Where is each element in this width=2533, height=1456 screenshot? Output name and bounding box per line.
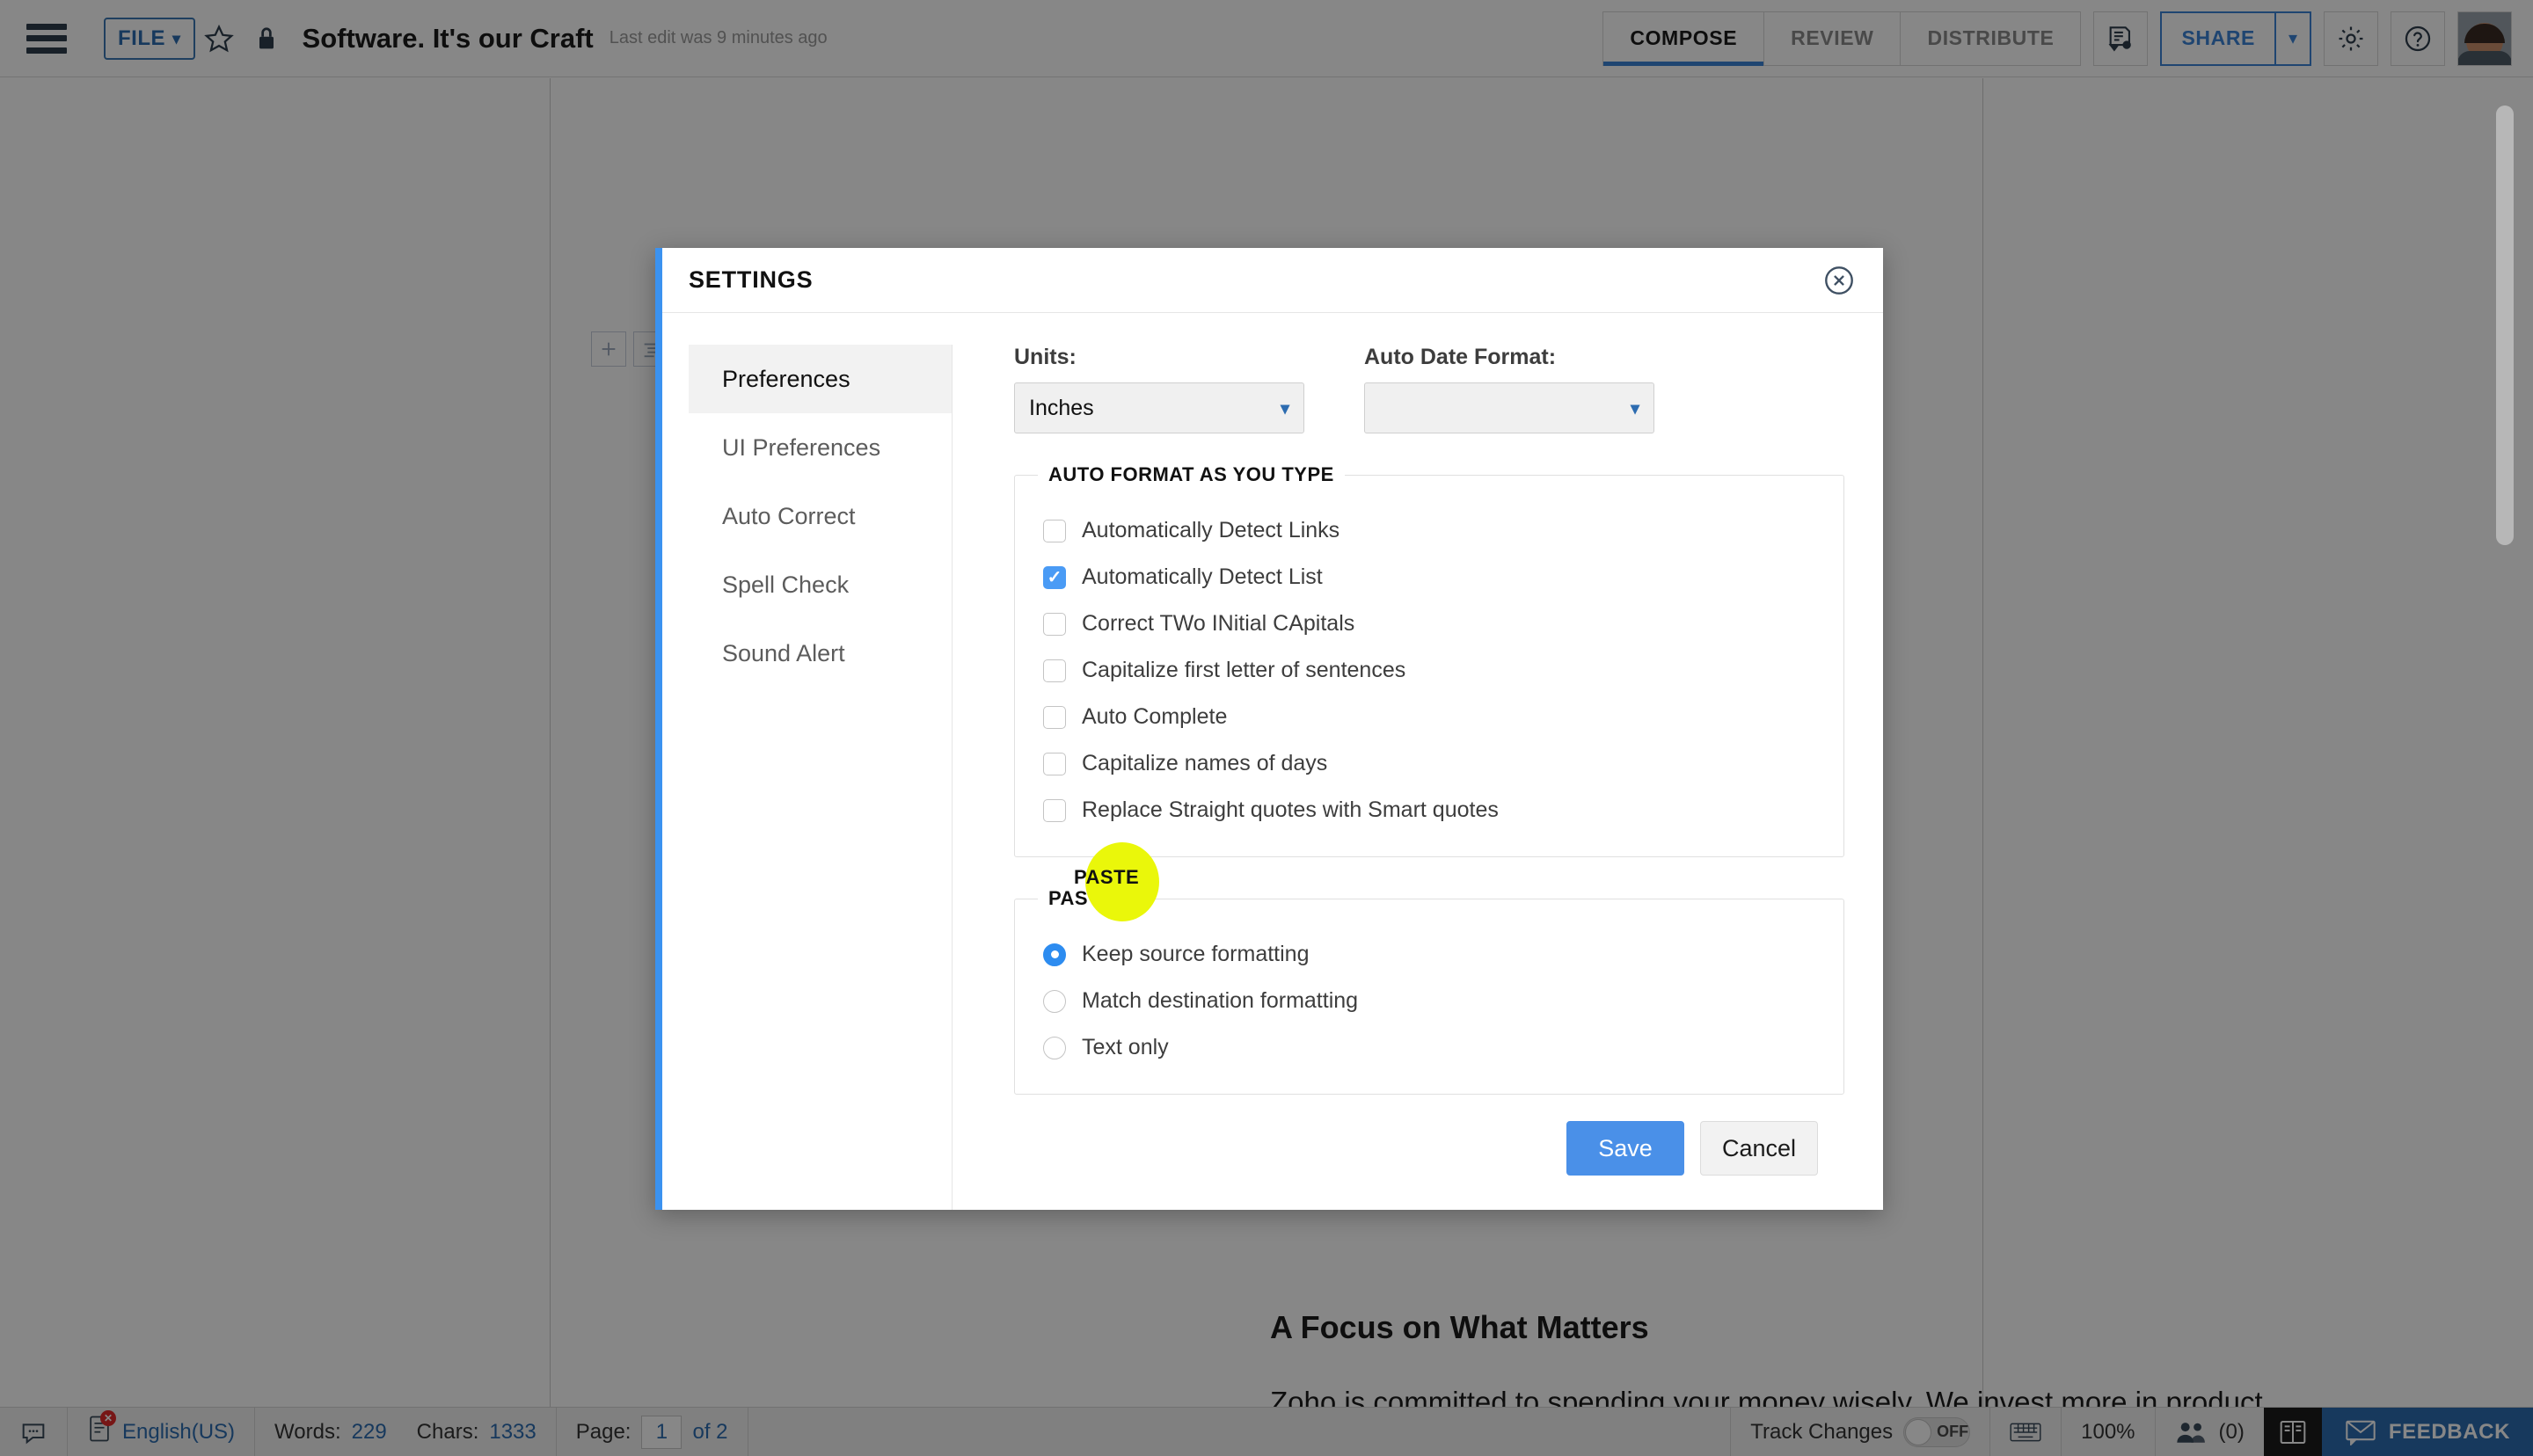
checkbox-capitalize-days[interactable]	[1043, 752, 1066, 775]
chevron-down-icon: ▾	[1280, 398, 1289, 419]
checkbox-label: Automatically Detect Links	[1082, 518, 1340, 542]
dialog-sidebar: Preferences UI Preferences Auto Correct …	[689, 345, 953, 1210]
checkbox-label: Replace Straight quotes with Smart quote…	[1082, 797, 1499, 822]
radio-match-destination-formatting[interactable]	[1043, 989, 1066, 1013]
radio-row-keep-source-formatting[interactable]: Keep source formatting	[1015, 931, 1843, 978]
paste-group: PASTE Keep source formatting Match desti…	[1014, 887, 1844, 1095]
dropdown-row: Units: Inches ▾ Auto Date Format: ▾	[1014, 345, 1844, 433]
checkbox-row-two-initial-capitals[interactable]: Correct TWo INitial CApitals	[1015, 601, 1843, 647]
radio-text-only[interactable]	[1043, 1036, 1066, 1059]
radio-keep-source-formatting[interactable]	[1043, 943, 1066, 966]
sidebar-item-sound-alert[interactable]: Sound Alert	[689, 619, 952, 688]
screen: FILE ▾ Software. It's our Craft Last edi…	[0, 0, 2533, 1456]
units-label: Units:	[1014, 345, 1077, 369]
sidebar-item-spell-check[interactable]: Spell Check	[689, 550, 952, 619]
radio-label: Match destination formatting	[1082, 988, 1359, 1013]
close-circle-icon[interactable]	[1821, 263, 1857, 298]
cancel-button[interactable]: Cancel	[1700, 1121, 1818, 1176]
checkbox-detect-list[interactable]	[1043, 565, 1066, 589]
checkbox-row-auto-complete[interactable]: Auto Complete	[1015, 694, 1843, 740]
auto-date-format-select[interactable]: ▾	[1364, 382, 1654, 433]
paste-legend: PASTE	[1048, 887, 1114, 909]
autoformat-group: AUTO FORMAT AS YOU TYPE Automatically De…	[1014, 463, 1844, 857]
save-button[interactable]: Save	[1566, 1121, 1684, 1176]
autoformat-legend: AUTO FORMAT AS YOU TYPE	[1048, 463, 1334, 485]
chevron-down-icon: ▾	[1630, 398, 1639, 419]
checkbox-row-capitalize-days[interactable]: Capitalize names of days	[1015, 740, 1843, 787]
checkbox-row-detect-links[interactable]: Automatically Detect Links	[1015, 507, 1843, 554]
units-select[interactable]: Inches ▾	[1014, 382, 1304, 433]
checkbox-label: Capitalize first letter of sentences	[1082, 658, 1406, 682]
radio-row-text-only[interactable]: Text only	[1015, 1024, 1843, 1071]
checkbox-label: Correct TWo INitial CApitals	[1082, 611, 1355, 636]
sidebar-item-auto-correct[interactable]: Auto Correct	[689, 482, 952, 550]
dialog-main: Units: Inches ▾ Auto Date Format: ▾ AUTO…	[953, 345, 1857, 1210]
checkbox-row-smart-quotes[interactable]: Replace Straight quotes with Smart quote…	[1015, 787, 1843, 834]
units-group: Units: Inches ▾	[1014, 345, 1304, 433]
sidebar-item-preferences[interactable]: Preferences	[689, 345, 952, 413]
checkbox-row-detect-list[interactable]: Automatically Detect List	[1015, 554, 1843, 601]
dialog-header: SETTINGS	[662, 248, 1883, 313]
vertical-scrollbar[interactable]	[2496, 106, 2514, 545]
dialog-title: SETTINGS	[689, 266, 814, 293]
radio-row-match-destination-formatting[interactable]: Match destination formatting	[1015, 978, 1843, 1024]
auto-date-format-group: Auto Date Format: ▾	[1364, 345, 1654, 433]
checkbox-capitalize-sentences[interactable]	[1043, 659, 1066, 682]
checkbox-detect-links[interactable]	[1043, 519, 1066, 542]
checkbox-smart-quotes[interactable]	[1043, 798, 1066, 822]
auto-date-format-label: Auto Date Format:	[1364, 345, 1557, 369]
checkbox-label: Capitalize names of days	[1082, 751, 1328, 775]
radio-label: Keep source formatting	[1082, 942, 1310, 966]
settings-dialog: SETTINGS Preferences UI Preferences Auto…	[655, 248, 1883, 1210]
checkbox-auto-complete[interactable]	[1043, 705, 1066, 729]
checkbox-label: Automatically Detect List	[1082, 564, 1323, 589]
dialog-body: Preferences UI Preferences Auto Correct …	[662, 313, 1883, 1210]
sidebar-item-ui-preferences[interactable]: UI Preferences	[689, 413, 952, 482]
checkbox-row-capitalize-sentences[interactable]: Capitalize first letter of sentences	[1015, 647, 1843, 694]
checkbox-label: Auto Complete	[1082, 704, 1228, 729]
dialog-footer: Save Cancel	[1014, 1121, 1844, 1176]
radio-label: Text only	[1082, 1035, 1169, 1059]
units-value: Inches	[1029, 395, 1094, 420]
checkbox-two-initial-capitals[interactable]	[1043, 612, 1066, 636]
